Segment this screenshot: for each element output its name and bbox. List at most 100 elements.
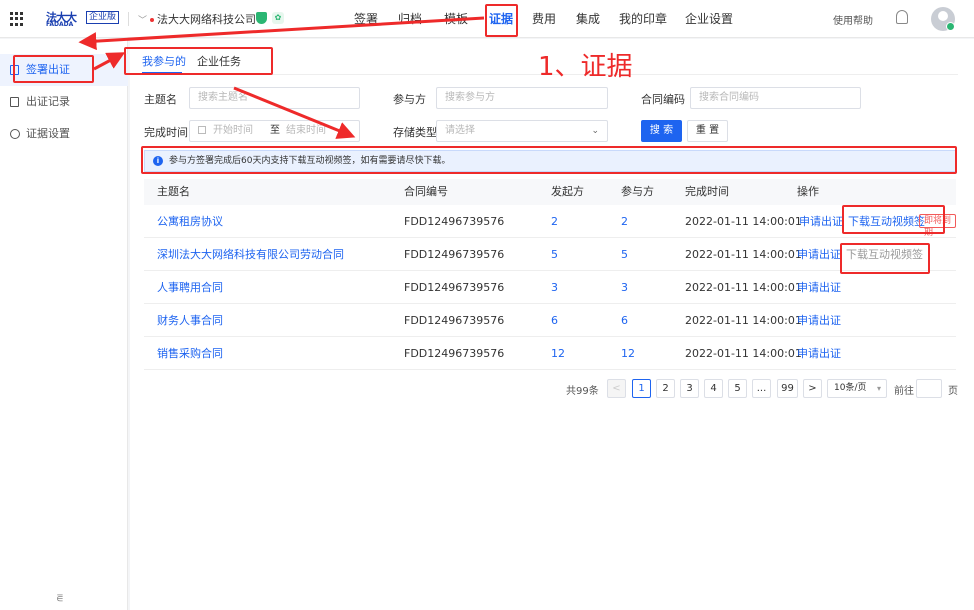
annotation-box-nav [485, 4, 518, 37]
row-code: FDD12496739576 [404, 281, 505, 294]
column-header: 参与方 [621, 185, 654, 198]
nav-template[interactable]: 模板 [444, 0, 468, 38]
apply-evidence-link[interactable]: 申请出证 [797, 304, 841, 337]
nav-integration[interactable]: 集成 [576, 0, 600, 38]
column-header: 主题名 [157, 185, 190, 198]
apply-evidence-link[interactable]: 申请出证 [797, 271, 841, 304]
calendar-icon [198, 126, 206, 134]
nav-sign[interactable]: 签署 [354, 0, 378, 38]
sidebar-item-label: 出证记录 [26, 95, 70, 108]
sidebar-item-evidence-records[interactable]: 出证记录 [0, 86, 128, 118]
chevron-down-icon: ﹀ [138, 16, 148, 26]
row-party[interactable]: 12 [621, 337, 635, 370]
app-grid-icon[interactable] [10, 12, 24, 26]
status-dot-icon [150, 18, 155, 22]
table-row: 公寓租房协议 FDD12496739576 2 2 2022-01-11 14:… [144, 205, 956, 238]
page-ellipsis[interactable]: ... [752, 379, 771, 398]
page-unit-label: 页 [948, 386, 958, 397]
range-separator: 至 [270, 125, 280, 136]
subject-input[interactable]: 搜索主题名 [189, 87, 360, 109]
apply-evidence-link[interactable]: 申请出证 [797, 337, 841, 370]
apply-evidence-link[interactable]: 申请出证 [799, 205, 843, 238]
annotation-box-notice [141, 146, 957, 174]
record-icon [10, 97, 19, 107]
row-time: 2022-01-11 14:00:01 [685, 347, 802, 360]
storage-type-select[interactable]: 请选择 ⌄ [436, 120, 608, 142]
sidebar-item-evidence-settings[interactable]: 证据设置 [0, 118, 128, 150]
row-time: 2022-01-11 14:00:01 [685, 281, 802, 294]
apply-evidence-link[interactable]: 申请出证 [797, 238, 841, 271]
help-link[interactable]: 使用帮助 [833, 12, 873, 27]
company-switcher[interactable]: ﹀ 法大大网络科技公司 [138, 11, 256, 27]
row-initiator[interactable]: 2 [551, 205, 558, 238]
table-row: 深圳法大大网络科技有限公司劳动合同 FDD12496739576 5 5 202… [144, 238, 956, 271]
row-subject[interactable]: 深圳法大大网络科技有限公司劳动合同 [157, 238, 344, 271]
leaf-icon: ✿ [272, 12, 284, 24]
row-code: FDD12496739576 [404, 347, 505, 360]
main-content: 我参与的 企业任务 主题名 搜索主题名 参与方 搜索参与方 合同编码 搜索合同编… [130, 39, 974, 610]
table-row: 财务人事合同 FDD12496739576 6 6 2022-01-11 14:… [144, 304, 956, 337]
page-button-5[interactable]: 5 [728, 379, 747, 398]
prev-page-button[interactable]: < [607, 379, 626, 398]
row-subject[interactable]: 公寓租房协议 [157, 205, 223, 238]
annotation-box-download-disabled [840, 243, 930, 274]
column-header: 完成时间 [685, 185, 729, 198]
storage-type-label: 存储类型 [393, 126, 437, 139]
search-button[interactable]: 搜 索 [641, 120, 682, 142]
row-initiator[interactable]: 12 [551, 337, 565, 370]
verified-shield-icon [256, 12, 267, 24]
goto-label: 前往 [894, 386, 914, 397]
page-size-select[interactable]: 10条/页 ▾ [827, 379, 887, 398]
column-header: 合同编号 [404, 185, 448, 198]
row-code: FDD12496739576 [404, 215, 505, 228]
verified-check-icon [946, 22, 955, 31]
code-label: 合同编码 [641, 93, 685, 106]
row-code: FDD12496739576 [404, 314, 505, 327]
end-date: 结束时间 [286, 125, 326, 136]
party-input[interactable]: 搜索参与方 [436, 87, 608, 109]
column-header: 操作 [797, 185, 819, 198]
nav-my-seals[interactable]: 我的印章 [619, 0, 667, 38]
row-initiator[interactable]: 3 [551, 271, 558, 304]
annotation-box-tabs [124, 47, 273, 75]
annotation-label: 1、证据 [538, 52, 633, 82]
goto-page-input[interactable] [916, 379, 942, 398]
page-button-1[interactable]: 1 [632, 379, 651, 398]
row-party[interactable]: 3 [621, 271, 628, 304]
table-row: 人事聘用合同 FDD12496739576 3 3 2022-01-11 14:… [144, 271, 956, 304]
nav-billing[interactable]: 费用 [532, 0, 556, 38]
page-button-3[interactable]: 3 [680, 379, 699, 398]
nav-archive[interactable]: 归档 [398, 0, 422, 38]
page-button-2[interactable]: 2 [656, 379, 675, 398]
row-initiator[interactable]: 5 [551, 238, 558, 271]
pagination-total: 共99条 [566, 386, 599, 397]
page-button-99[interactable]: 99 [777, 379, 798, 398]
brand-logo[interactable]: 法大大 FADADA [46, 9, 84, 29]
column-header: 发起方 [551, 185, 584, 198]
row-party[interactable]: 2 [621, 205, 628, 238]
row-subject[interactable]: 销售采购合同 [157, 337, 223, 370]
nav-company-settings[interactable]: 企业设置 [685, 0, 733, 38]
reset-button[interactable]: 重 置 [687, 120, 728, 142]
storage-type-value: 请选择 [445, 125, 475, 136]
row-code: FDD12496739576 [404, 248, 505, 261]
edition-badge: 企业版 [86, 11, 120, 24]
row-subject[interactable]: 人事聘用合同 [157, 271, 223, 304]
header-divider [128, 12, 129, 26]
collapse-icon[interactable]: ⋷ [56, 592, 64, 605]
row-party[interactable]: 6 [621, 304, 628, 337]
brand-en: FADADA [46, 21, 74, 28]
row-time: 2022-01-11 14:00:01 [685, 314, 802, 327]
sidebar-item-label: 证据设置 [26, 127, 70, 140]
page-button-4[interactable]: 4 [704, 379, 723, 398]
row-subject[interactable]: 财务人事合同 [157, 304, 223, 337]
row-initiator[interactable]: 6 [551, 304, 558, 337]
next-page-button[interactable]: > [803, 379, 822, 398]
table-header: 主题名 合同编号 发起方 参与方 完成时间 操作 [144, 179, 956, 205]
bell-icon[interactable] [896, 10, 908, 24]
date-range-picker[interactable]: 开始时间 至结束时间 [189, 120, 360, 142]
annotation-box-sidebar [13, 55, 94, 83]
code-input[interactable]: 搜索合同编码 [690, 87, 861, 109]
finish-time-label: 完成时间 [144, 126, 188, 139]
row-party[interactable]: 5 [621, 238, 628, 271]
